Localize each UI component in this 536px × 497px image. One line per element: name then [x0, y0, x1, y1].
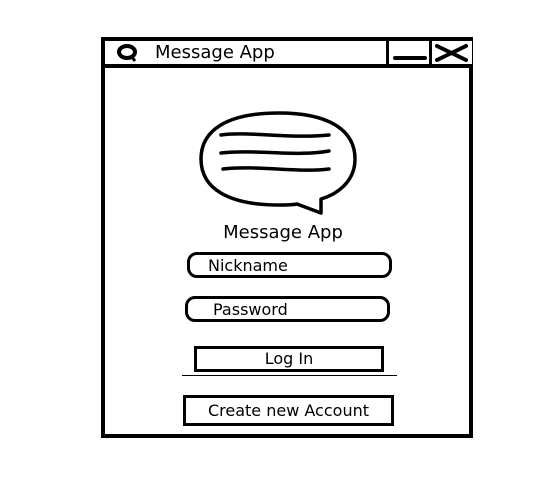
chat-bubble-icon: [199, 111, 357, 215]
login-button[interactable]: Log In: [194, 346, 384, 372]
close-icon: [435, 44, 468, 62]
window-title: Message App: [155, 42, 275, 63]
close-button[interactable]: [429, 41, 472, 64]
divider: [182, 375, 397, 376]
app-window: Message App Message App Log In Create ne…: [101, 37, 473, 438]
title-bar[interactable]: Message App: [105, 41, 472, 68]
minimize-button[interactable]: [386, 41, 429, 64]
create-account-button[interactable]: Create new Account: [183, 395, 394, 426]
nickname-input[interactable]: [187, 252, 392, 278]
chat-bubble-icon: [117, 44, 137, 62]
password-input[interactable]: [185, 296, 390, 322]
app-heading: Message App: [223, 222, 343, 243]
minimize-icon: [393, 56, 427, 60]
